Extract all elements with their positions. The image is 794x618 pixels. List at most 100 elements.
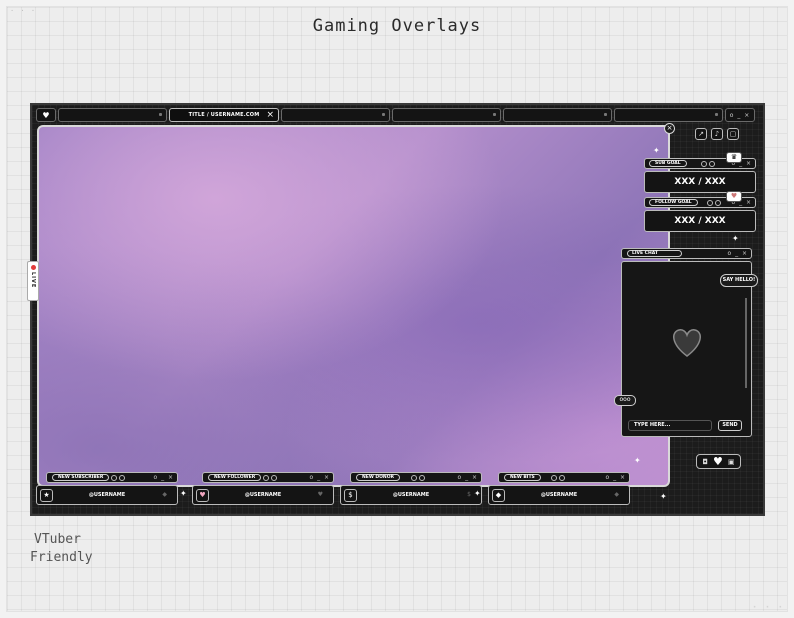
chat-scrollbar[interactable]	[745, 298, 747, 388]
alert-body: $ @USERNAME $	[340, 485, 482, 505]
alert-new-bits: NEW BITS o _ × ◆ @USERNAME ◆	[488, 472, 632, 508]
heart-icon[interactable]: ♥	[713, 455, 723, 468]
heart-icon: ♥	[196, 489, 209, 502]
overlay-frame: ♥ TITLE / USERNAME.COM × o _ × × LIVE ↗ …	[27, 103, 765, 516]
alert-label: NEW SUBSCRIBER	[52, 474, 110, 481]
top-icons: ↗ ♪ ▢	[695, 128, 739, 144]
heart-icon: ♥	[42, 110, 50, 120]
caption-line-2: Friendly	[30, 550, 93, 565]
sub-goal-value: XXX / XXX	[644, 171, 756, 193]
game-screen	[37, 125, 670, 487]
back-icon[interactable]	[551, 475, 557, 481]
live-chat-widget: LIVE CHAT o _ × TYPE HERE... SEND SAY HE…	[614, 248, 758, 437]
heart-outline-icon: ♥	[317, 491, 323, 498]
chat-input[interactable]: TYPE HERE...	[628, 420, 712, 431]
follow-goal-label: FOLLOW GOAL	[649, 199, 698, 206]
screen-close-icon[interactable]: ×	[664, 123, 675, 134]
tab-empty-1[interactable]	[58, 108, 167, 122]
sparkle-icon: ✦	[660, 492, 667, 501]
heart-badge-icon: ♥	[726, 191, 742, 202]
sparkle-icon: ✦	[634, 456, 641, 465]
alert-titlebar: NEW BITS o _ ×	[498, 472, 630, 483]
tab-dot-icon	[604, 113, 607, 116]
chat-label: LIVE CHAT	[627, 250, 682, 257]
alert-body: ◆ @USERNAME ◆	[488, 485, 630, 505]
lock-icon[interactable]: ◘	[702, 458, 708, 466]
chat-icon[interactable]: ▣	[728, 458, 735, 466]
tab-dot-icon	[493, 113, 496, 116]
forward-icon[interactable]	[271, 475, 277, 481]
alert-new-follower: NEW FOLLOWER o _ × ♥ @USERNAME ♥	[192, 472, 336, 508]
tab-empty-3[interactable]	[392, 108, 501, 122]
dollar-icon: $	[344, 489, 357, 502]
dot-icon: ◆	[162, 491, 167, 498]
alert-username: @USERNAME	[540, 492, 578, 498]
window-controls[interactable]: o _ ×	[605, 473, 626, 482]
gem-small-icon: ◆	[614, 491, 619, 498]
tab-close-icon[interactable]: ×	[266, 109, 274, 121]
caption: VTuber Friendly	[30, 531, 93, 567]
tab-heart[interactable]: ♥	[36, 108, 56, 122]
tab-empty-4[interactable]	[503, 108, 612, 122]
follow-goal-value: XXX / XXX	[644, 210, 756, 232]
tab-dot-icon	[382, 113, 385, 116]
tab-bar: ♥ TITLE / USERNAME.COM × o _ ×	[36, 108, 761, 122]
alert-label: NEW DONOR	[356, 474, 400, 481]
sparkle-icon: ✦	[180, 489, 187, 498]
forward-icon[interactable]	[119, 475, 125, 481]
alert-username: @USERNAME	[88, 492, 126, 498]
forward-icon[interactable]	[715, 200, 721, 206]
chat-titlebar: LIVE CHAT o _ ×	[621, 248, 752, 259]
dollar-small-icon: $	[467, 491, 471, 498]
sparkle-icon: ✦	[732, 234, 739, 243]
tab-dot-icon	[715, 113, 718, 116]
alert-titlebar: NEW FOLLOWER o _ ×	[202, 472, 334, 483]
social-icons: ◘ ♥ ▣	[696, 454, 741, 469]
window-controls[interactable]: o _ ×	[725, 108, 755, 122]
music-icon[interactable]: ♪	[711, 128, 723, 140]
chat-body: TYPE HERE... SEND	[621, 261, 752, 437]
back-icon[interactable]	[111, 475, 117, 481]
alert-new-donor: NEW DONOR o _ × $ @USERNAME $	[340, 472, 484, 508]
camera-icon[interactable]: ▢	[727, 128, 739, 140]
alert-label: NEW FOLLOWER	[208, 474, 262, 481]
window-controls[interactable]: o _ ×	[153, 473, 174, 482]
caption-line-1: VTuber	[34, 532, 81, 547]
alert-titlebar: NEW DONOR o _ ×	[350, 472, 482, 483]
typing-indicator: ooo	[614, 395, 636, 406]
crown-icon: ♛	[726, 152, 742, 163]
back-icon[interactable]	[707, 200, 713, 206]
gem-icon: ◆	[492, 489, 505, 502]
alert-username: @USERNAME	[244, 492, 282, 498]
sub-goal-label: SUB GOAL	[649, 160, 687, 167]
live-tag-text: LIVE	[30, 272, 36, 289]
tab-title: TITLE / USERNAME.COM	[188, 112, 260, 118]
alert-label: NEW BITS	[504, 474, 541, 481]
window-controls[interactable]: o _ ×	[727, 249, 748, 258]
tab-empty-2[interactable]	[281, 108, 390, 122]
tab-active[interactable]: TITLE / USERNAME.COM ×	[169, 108, 279, 122]
alert-body: ♥ @USERNAME ♥	[192, 485, 334, 505]
back-icon[interactable]	[411, 475, 417, 481]
back-icon[interactable]	[701, 161, 707, 167]
watermark: · · ·	[751, 603, 784, 613]
forward-icon[interactable]	[559, 475, 565, 481]
say-hello-bubble: SAY HELLO!	[720, 274, 758, 287]
heart-icon	[667, 322, 707, 362]
tab-dot-icon	[159, 113, 162, 116]
alert-body: ★ @USERNAME ◆	[36, 485, 178, 505]
page-title: Gaming Overlays	[312, 16, 482, 36]
forward-icon[interactable]	[419, 475, 425, 481]
forward-icon[interactable]	[709, 161, 715, 167]
back-icon[interactable]	[263, 475, 269, 481]
sparkle-icon: ✦	[653, 146, 660, 155]
window-controls[interactable]: o _ ×	[309, 473, 330, 482]
live-dot-icon	[30, 265, 36, 270]
live-tag: LIVE	[27, 261, 39, 301]
send-button[interactable]: SEND	[718, 420, 742, 431]
follow-goal-widget: FOLLOW GOAL o _ × ♥ XXX / XXX	[644, 191, 756, 235]
window-controls[interactable]: o _ ×	[457, 473, 478, 482]
tab-empty-5[interactable]	[614, 108, 723, 122]
alert-username: @USERNAME	[392, 492, 430, 498]
link-icon[interactable]: ↗	[695, 128, 707, 140]
